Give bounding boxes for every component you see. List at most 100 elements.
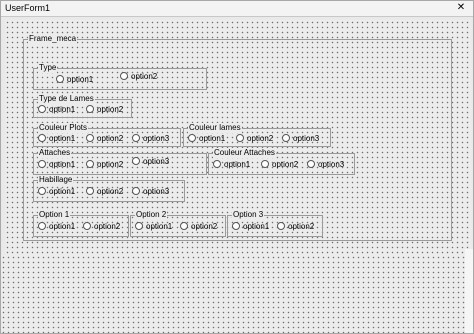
habillage-option2-radio[interactable]: option2 [86, 187, 123, 197]
radio-circle-icon [86, 187, 94, 195]
type-lames-option1-radio[interactable]: option1 [38, 105, 75, 115]
couleur-lames-option2-radio[interactable]: option2 [236, 134, 273, 144]
option-label: option2 [272, 160, 299, 169]
option-2-option1-radio[interactable]: option1 [135, 222, 172, 232]
option-3-option2-radio[interactable]: option2 [277, 222, 314, 232]
form-design-surface[interactable]: Frame_meca Type option1 option2 Type de … [5, 20, 471, 255]
habillage-option1-radio[interactable]: option1 [38, 187, 75, 197]
option-label: option1 [49, 187, 76, 196]
radio-circle-icon [232, 222, 240, 230]
type-option2-radio[interactable]: option2 [120, 72, 157, 82]
frame-meca-label: Frame_meca [28, 34, 78, 44]
radio-circle-icon [120, 72, 128, 80]
option-label: option1 [49, 222, 76, 231]
option-2-option2-radio[interactable]: option2 [180, 222, 217, 232]
attaches-option1-radio[interactable]: option1 [38, 160, 75, 170]
option-label: option2 [97, 160, 124, 169]
radio-circle-icon [132, 134, 140, 142]
frame-couleur-attaches-label: Couleur Attaches [213, 148, 276, 158]
option-label: option1 [49, 160, 76, 169]
option-label: option2 [97, 187, 124, 196]
frame-couleur-lames[interactable]: Couleur lames option1 option2 option3 [183, 123, 331, 147]
attaches-option3-radio[interactable]: option3 [132, 157, 169, 167]
radio-circle-icon [213, 160, 221, 168]
radio-circle-icon [282, 134, 290, 142]
window-title: UserForm1 [5, 3, 51, 13]
couleur-plots-option3-radio[interactable]: option3 [132, 134, 169, 144]
close-button[interactable]: ✕ [454, 2, 468, 14]
couleur-attaches-option2-radio[interactable]: option2 [261, 160, 298, 170]
option-label: option2 [97, 105, 124, 114]
frame-habillage[interactable]: Habillage option1 option2 option3 [33, 175, 185, 202]
frame-couleur-lames-label: Couleur lames [188, 123, 242, 133]
frame-attaches-label: Attaches [38, 148, 72, 158]
option-label: option3 [143, 187, 170, 196]
frame-couleur-plots[interactable]: Couleur Plots option1 option2 option3 [33, 123, 181, 147]
option-label: option1 [146, 222, 173, 231]
couleur-lames-option3-radio[interactable]: option3 [282, 134, 319, 144]
radio-circle-icon [56, 75, 64, 83]
option-label: option3 [143, 134, 170, 143]
form-lower-surface[interactable] [1, 255, 473, 333]
option-label: option3 [318, 160, 345, 169]
attaches-option2-radio[interactable]: option2 [86, 160, 123, 170]
resize-edge[interactable] [465, 249, 473, 333]
radio-circle-icon [38, 134, 46, 142]
couleur-lames-option1-radio[interactable]: option1 [188, 134, 225, 144]
frame-type-de-lames-label: Type de Lames [38, 94, 95, 104]
option-1-option2-radio[interactable]: option2 [83, 222, 120, 232]
option-label: option1 [49, 134, 76, 143]
radio-circle-icon [38, 105, 46, 113]
radio-circle-icon [307, 160, 315, 168]
option-label: option3 [143, 157, 170, 166]
frame-couleur-plots-label: Couleur Plots [38, 123, 89, 133]
option-label: option2 [288, 222, 315, 231]
option-label: option1 [199, 134, 226, 143]
radio-circle-icon [86, 134, 94, 142]
radio-circle-icon [188, 134, 196, 142]
option-label: option1 [67, 75, 94, 84]
radio-circle-icon [132, 157, 140, 165]
frame-type-de-lames[interactable]: Type de Lames option1 option2 [33, 94, 132, 118]
radio-circle-icon [132, 187, 140, 195]
radio-circle-icon [236, 134, 244, 142]
frame-option-1[interactable]: Option 1 option1 option2 [33, 210, 129, 237]
type-lames-option2-radio[interactable]: option2 [86, 105, 123, 115]
frame-option-3-label: Option 3 [232, 210, 265, 220]
frame-couleur-attaches[interactable]: Couleur Attaches option1 option2 option3 [208, 148, 355, 175]
frame-type[interactable]: Type option1 option2 [33, 63, 207, 90]
option-label: option2 [94, 222, 121, 231]
couleur-plots-option2-radio[interactable]: option2 [86, 134, 123, 144]
radio-circle-icon [180, 222, 188, 230]
radio-circle-icon [135, 222, 143, 230]
frame-option-1-label: Option 1 [38, 210, 71, 220]
radio-circle-icon [261, 160, 269, 168]
frame-option-2[interactable]: Option 2 option1 option2 [130, 210, 226, 237]
type-option1-radio[interactable]: option1 [56, 75, 93, 85]
habillage-option3-radio[interactable]: option3 [132, 187, 169, 197]
option-label: option1 [224, 160, 251, 169]
radio-circle-icon [38, 160, 46, 168]
radio-circle-icon [83, 222, 91, 230]
radio-circle-icon [277, 222, 285, 230]
couleur-attaches-option1-radio[interactable]: option1 [213, 160, 250, 170]
radio-circle-icon [38, 222, 46, 230]
option-label: option1 [243, 222, 270, 231]
option-label: option1 [49, 105, 76, 114]
userform-window: UserForm1 ✕ Frame_meca Type option1 opti… [0, 0, 474, 334]
radio-circle-icon [86, 160, 94, 168]
radio-circle-icon [86, 105, 94, 113]
couleur-attaches-option3-radio[interactable]: option3 [307, 160, 344, 170]
frame-option-3[interactable]: Option 3 option1 option2 [227, 210, 323, 237]
frame-attaches[interactable]: Attaches option1 option2 option3 [33, 148, 207, 175]
option-label: option2 [97, 134, 124, 143]
option-1-option1-radio[interactable]: option1 [38, 222, 75, 232]
couleur-plots-option1-radio[interactable]: option1 [38, 134, 75, 144]
option-label: option3 [293, 134, 320, 143]
frame-habillage-label: Habillage [38, 175, 74, 185]
frame-option-2-label: Option 2 [135, 210, 168, 220]
option-label: option2 [247, 134, 274, 143]
title-bar[interactable]: UserForm1 ✕ [1, 1, 473, 17]
option-label: option2 [191, 222, 218, 231]
option-3-option1-radio[interactable]: option1 [232, 222, 269, 232]
